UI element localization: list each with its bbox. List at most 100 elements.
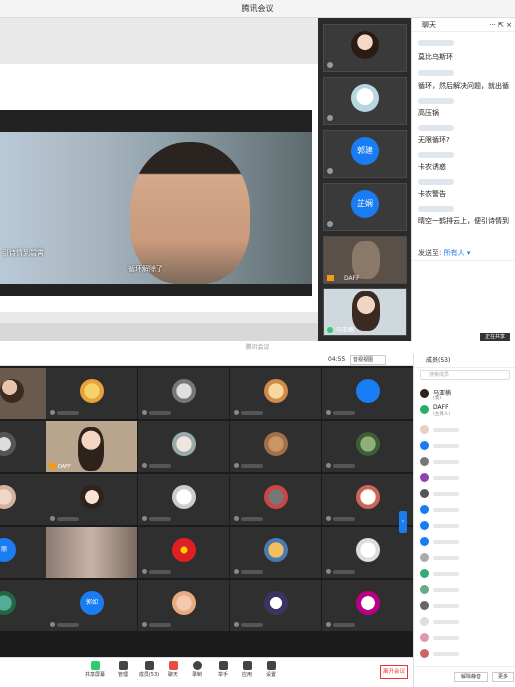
video-subtitle-left: 引诗情到碧霄: [2, 249, 44, 257]
avatar: [420, 617, 429, 626]
grid-cell[interactable]: [322, 580, 413, 631]
send-to-dropdown[interactable]: 所有人 ▾: [444, 249, 471, 257]
member-row[interactable]: [420, 632, 512, 644]
grid-cell[interactable]: [138, 368, 229, 419]
record-button[interactable]: 录制: [186, 661, 208, 678]
chat-input[interactable]: 正在共享: [412, 260, 515, 341]
sharing-badge: 正在共享: [480, 333, 510, 341]
raise-hand-button[interactable]: 举手: [212, 661, 234, 678]
grid-cell[interactable]: [230, 580, 321, 631]
member-row[interactable]: [420, 520, 512, 532]
member-row[interactable]: 马亚楠 (我): [420, 388, 512, 401]
avatar: [172, 379, 196, 403]
grid-cell[interactable]: [230, 527, 321, 578]
member-row[interactable]: [420, 648, 512, 660]
mic-icon: [142, 410, 147, 415]
participant-name: [241, 623, 263, 627]
members-button[interactable]: 成员(53): [138, 661, 160, 678]
avatar: [420, 425, 429, 434]
apps-button[interactable]: 应用: [236, 661, 258, 678]
grid-cell[interactable]: [138, 527, 229, 578]
shared-video-player[interactable]: 引诗情到碧霄 循环解除了: [0, 110, 312, 296]
participant-name: [333, 570, 355, 574]
avatar: [0, 432, 16, 456]
send-to-row: 发送至: 所有人 ▾: [418, 248, 470, 258]
member-row[interactable]: [420, 504, 512, 516]
avatar: [264, 591, 288, 615]
grid-cell[interactable]: [322, 527, 413, 578]
unmute-all-button[interactable]: 解除静音: [454, 672, 488, 682]
avatar: [356, 485, 380, 509]
member-row[interactable]: [420, 488, 512, 500]
member-row[interactable]: DAFF (主持人): [420, 404, 512, 417]
member-name: [433, 556, 459, 560]
video-person: [352, 241, 380, 279]
chat-message: 莫比乌斯环: [418, 53, 453, 61]
members-panel: 成员(53) 搜索成员 马亚楠 (我) DAFF (主持人) 解除静音 更多: [413, 354, 515, 687]
manage-button[interactable]: 管理: [112, 661, 134, 678]
member-row[interactable]: [420, 472, 512, 484]
avatar: [172, 485, 196, 509]
grid-cell-blurred[interactable]: [46, 527, 137, 578]
name-avatar: 丽: [0, 538, 16, 562]
grid-cell[interactable]: [46, 368, 137, 419]
grid-cell[interactable]: [230, 474, 321, 525]
grid-cell[interactable]: [230, 421, 321, 472]
participant-tile[interactable]: [323, 77, 407, 125]
avatar: [80, 379, 104, 403]
member-row[interactable]: [420, 552, 512, 564]
member-search-input[interactable]: 搜索成员: [420, 370, 510, 380]
member-name: [433, 572, 459, 576]
member-row[interactable]: [420, 440, 512, 452]
member-row[interactable]: [420, 424, 512, 436]
grid-cell[interactable]: [46, 474, 137, 525]
grid-cell[interactable]: [230, 368, 321, 419]
avatar: [420, 457, 429, 466]
participant-name: [57, 623, 79, 627]
avatar: [420, 601, 429, 610]
chat-button[interactable]: 聊天: [162, 661, 184, 678]
member-row[interactable]: [420, 616, 512, 628]
grid-cell[interactable]: [138, 474, 229, 525]
avatar: [356, 379, 380, 403]
avatar: [420, 505, 429, 514]
member-row[interactable]: [420, 536, 512, 548]
grid-cell[interactable]: [138, 421, 229, 472]
avatar: [264, 538, 288, 562]
participant-tile[interactable]: 郭建: [323, 130, 407, 178]
grid-cell[interactable]: [322, 368, 413, 419]
participant-tile[interactable]: [323, 24, 407, 72]
record-icon: [192, 661, 202, 670]
participant-tile[interactable]: 芷娴: [323, 183, 407, 231]
chat-message: 无限循环?: [418, 136, 450, 144]
participant-tile-video[interactable]: 马亚楠: [323, 288, 407, 336]
chat-sender: [418, 152, 454, 158]
grid-cell[interactable]: 郭如: [46, 580, 137, 631]
leave-meeting-button[interactable]: 离开会议: [380, 665, 408, 679]
chat-message: 卡农诱惑: [418, 163, 446, 171]
avatar: [80, 485, 104, 509]
share-screen-button[interactable]: 共享屏幕: [84, 661, 106, 678]
more-button[interactable]: 更多: [492, 672, 514, 682]
view-switch-button[interactable]: 音视视图: [350, 355, 386, 365]
participant-name: [149, 623, 171, 627]
member-row[interactable]: [420, 456, 512, 468]
member-row[interactable]: [420, 568, 512, 580]
avatar: [420, 537, 429, 546]
participant-name: [241, 464, 263, 468]
member-row[interactable]: [420, 600, 512, 612]
participant-tile-video[interactable]: DAFF: [323, 236, 407, 284]
avatar: [420, 633, 429, 642]
chat-window-controls[interactable]: ··· ⇱ ×: [489, 18, 512, 32]
member-name: [433, 508, 459, 512]
avatar: [420, 389, 429, 398]
grid-cell[interactable]: [138, 580, 229, 631]
member-row[interactable]: [420, 584, 512, 596]
grid-cell-video[interactable]: DAFF: [46, 421, 137, 472]
avatar: [420, 441, 429, 450]
next-page-arrow[interactable]: ›: [399, 511, 407, 533]
grid-cell[interactable]: [322, 421, 413, 472]
share-screen-icon: [90, 661, 100, 670]
mic-icon: [326, 569, 331, 574]
settings-button[interactable]: 设置: [260, 661, 282, 678]
